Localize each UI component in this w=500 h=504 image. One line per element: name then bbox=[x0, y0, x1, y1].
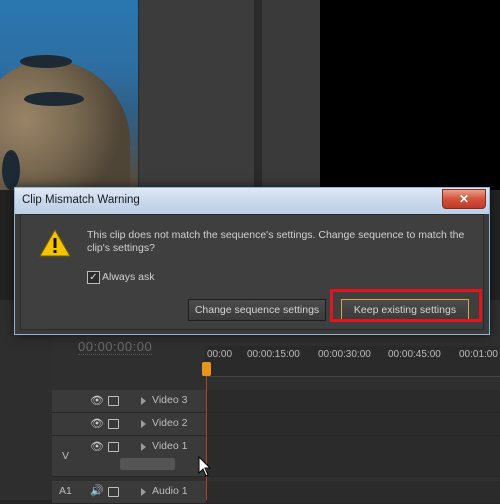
track-lane-audio1[interactable] bbox=[207, 481, 500, 504]
track-lane-video1[interactable] bbox=[207, 436, 500, 477]
source-panel bbox=[138, 0, 255, 190]
eye-icon[interactable]: 👁 bbox=[90, 394, 104, 407]
monitor-panel bbox=[262, 0, 320, 190]
timeline-timecode[interactable]: 00:00:00:00 bbox=[78, 339, 153, 355]
program-monitor-black bbox=[320, 0, 500, 190]
film-icon[interactable] bbox=[108, 487, 119, 497]
fish-shape bbox=[20, 55, 72, 68]
playhead-line bbox=[206, 362, 207, 500]
track-name: Video 1 bbox=[152, 440, 188, 452]
film-icon[interactable] bbox=[108, 419, 119, 429]
clip-thumbnail-toggle[interactable] bbox=[120, 458, 175, 470]
film-icon[interactable] bbox=[108, 442, 119, 452]
fish-shape bbox=[24, 92, 84, 106]
track-lane-video3[interactable] bbox=[207, 390, 500, 413]
playhead-handle[interactable] bbox=[202, 362, 211, 376]
mouse-cursor-icon bbox=[198, 456, 212, 477]
expand-triangle-icon[interactable] bbox=[141, 443, 146, 451]
track-name: Video 3 bbox=[152, 394, 188, 406]
panel-divider[interactable] bbox=[254, 0, 262, 190]
close-icon: ✕ bbox=[458, 192, 470, 206]
warning-icon bbox=[39, 229, 71, 257]
program-monitor-preview bbox=[0, 0, 138, 190]
track-name: Video 2 bbox=[152, 417, 188, 429]
ruler-label: 00:00:15:00 bbox=[247, 349, 300, 360]
film-icon[interactable] bbox=[108, 396, 119, 406]
track-header-video1[interactable]: V 👁 Video 1 bbox=[52, 436, 206, 477]
eye-icon[interactable]: 👁 bbox=[90, 417, 104, 430]
fish-shape bbox=[2, 150, 20, 190]
ruler-label: 00:00:30:00 bbox=[318, 349, 371, 360]
expand-triangle-icon[interactable] bbox=[141, 488, 146, 496]
track-header-video2[interactable]: 👁 Video 2 bbox=[52, 413, 206, 436]
track-name: Audio 1 bbox=[152, 485, 188, 497]
always-ask-checkbox[interactable]: ✓ bbox=[87, 271, 100, 284]
track-header-audio1[interactable]: A1 🔊 Audio 1 bbox=[52, 481, 206, 504]
ruler-label: 00:00 bbox=[207, 349, 233, 360]
track-target-tag[interactable]: V bbox=[62, 450, 69, 462]
dialog-titlebar[interactable]: Clip Mismatch Warning ✕ bbox=[15, 188, 489, 214]
track-target-tag[interactable]: A1 bbox=[59, 485, 72, 497]
ruler-label: 00:00:45:00 bbox=[388, 349, 441, 360]
dialog-title: Clip Mismatch Warning bbox=[22, 194, 140, 206]
close-button[interactable]: ✕ bbox=[442, 189, 486, 209]
checkmark-icon: ✓ bbox=[89, 272, 98, 283]
always-ask-label[interactable]: Always ask bbox=[102, 271, 155, 283]
change-sequence-settings-button[interactable]: Change sequence settings bbox=[188, 299, 326, 321]
expand-triangle-icon[interactable] bbox=[141, 420, 146, 428]
highlight-box bbox=[330, 289, 482, 322]
eye-icon[interactable]: 👁 bbox=[90, 440, 104, 453]
track-header-video3[interactable]: 👁 Video 3 bbox=[52, 390, 206, 413]
speaker-icon[interactable]: 🔊 bbox=[90, 484, 104, 497]
track-lane-video2[interactable] bbox=[207, 413, 500, 436]
ruler-label: 00:01:00 bbox=[459, 349, 498, 360]
dialog-message: This clip does not match the sequence's … bbox=[87, 229, 465, 254]
expand-triangle-icon[interactable] bbox=[141, 397, 146, 405]
